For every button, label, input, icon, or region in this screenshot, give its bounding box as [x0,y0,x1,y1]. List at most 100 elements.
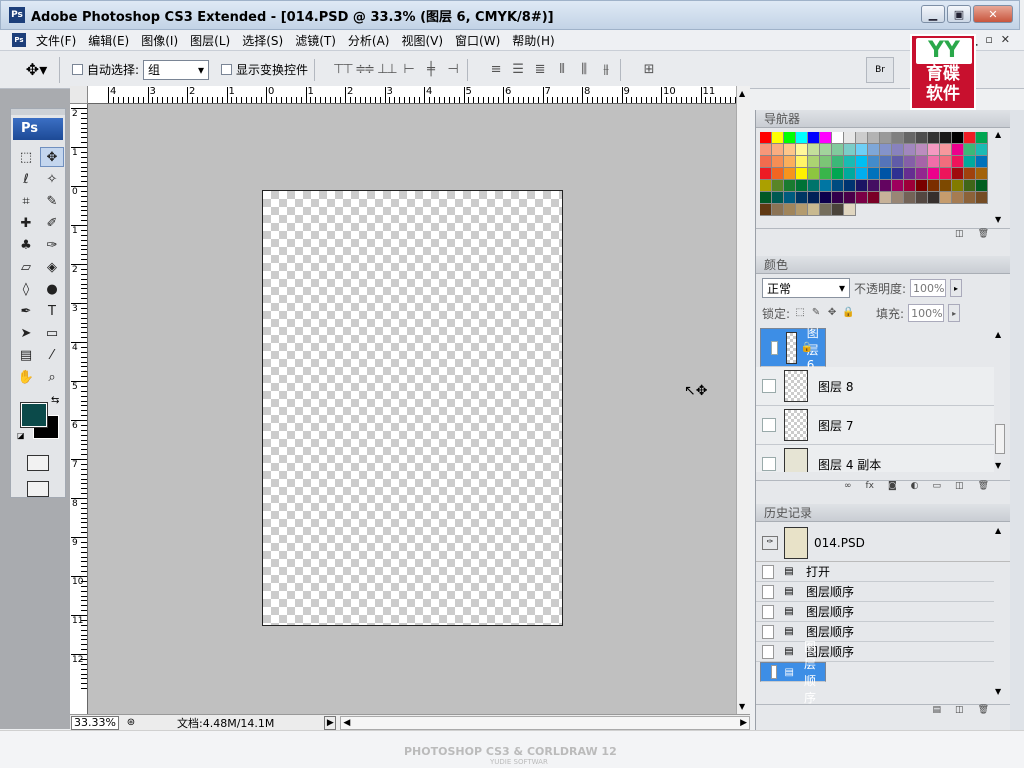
color-swatch[interactable] [976,144,988,156]
hand-tool-icon[interactable]: ✋ [14,367,38,387]
color-swatch[interactable] [892,192,904,204]
color-swatch[interactable] [964,180,976,192]
adjustment-layer-icon[interactable]: ◐ [911,481,919,494]
color-swatch[interactable] [772,144,784,156]
color-swatch[interactable] [784,144,796,156]
fill-slider-icon[interactable]: ▸ [948,304,961,322]
color-swatch[interactable] [820,204,832,216]
color-swatch[interactable] [976,180,988,192]
scroll-up-icon[interactable]: ▲ [739,89,745,98]
color-swatch[interactable] [892,132,904,144]
history-state[interactable]: ▤ 打开 [756,562,994,582]
color-swatch[interactable] [952,168,964,180]
brush-tool-icon[interactable]: ✐ [40,213,64,233]
color-swatch[interactable] [796,168,808,180]
scroll-thumb[interactable] [995,424,1005,454]
scroll-right-icon[interactable]: ▶ [740,718,747,728]
color-swatch[interactable] [820,192,832,204]
color-swatch[interactable] [784,132,796,144]
color-swatch[interactable] [904,192,916,204]
color-swatch[interactable] [832,156,844,168]
move-tool-preset-icon[interactable]: ✥▾ [14,56,60,83]
new-snapshot-icon[interactable]: ◫ [955,705,964,718]
auto-select-dropdown[interactable]: 组 ▾ [143,59,210,80]
ruler-origin[interactable] [70,86,88,104]
color-swatch[interactable] [796,192,808,204]
color-swatch[interactable] [844,204,856,216]
distribute-hcenter-icon[interactable]: ⫼ [574,62,592,77]
color-swatch[interactable] [796,132,808,144]
color-swatch[interactable] [880,156,892,168]
history-brush-tool-icon[interactable]: ✑ [40,235,64,255]
color-swatch[interactable] [904,144,916,156]
align-top-icon[interactable]: ⊤⊤ [333,62,354,77]
color-swatch[interactable] [784,156,796,168]
new-group-icon[interactable]: ▭ [933,481,942,494]
color-swatch[interactable] [832,180,844,192]
color-swatch[interactable] [928,192,940,204]
color-swatch[interactable] [892,156,904,168]
color-swatch[interactable] [976,132,988,144]
zoom-level[interactable]: 33.33% [71,715,119,730]
layer-mask-icon[interactable]: ◙ [888,481,897,494]
align-hcenter-icon[interactable]: ╪ [421,62,439,77]
color-swatch[interactable] [772,156,784,168]
color-swatch[interactable] [760,168,772,180]
color-swatch[interactable] [976,168,988,180]
auto-select-checkbox[interactable] [72,64,83,75]
history-source-box[interactable] [762,604,774,619]
color-swatch[interactable] [772,168,784,180]
color-swatch[interactable] [808,156,820,168]
color-swatch[interactable] [820,144,832,156]
color-swatch[interactable] [928,168,940,180]
marquee-tool-icon[interactable]: ⬚ [14,147,38,167]
history-state[interactable]: ▤ 图层顺序 [756,622,994,642]
history-state[interactable]: ▤ 图层顺序 [756,602,994,622]
color-swatch[interactable] [940,144,952,156]
color-swatch[interactable] [940,192,952,204]
color-swatch[interactable] [784,192,796,204]
scroll-down-icon[interactable]: ▼ [995,461,1001,470]
align-bottom-icon[interactable]: ⊥⊥ [377,62,398,77]
color-swatch[interactable] [892,168,904,180]
color-swatch[interactable] [892,180,904,192]
history-scrollbar[interactable]: ▲ ▼ [995,526,1007,696]
horizontal-scrollbar[interactable]: ◀ ▶ [340,715,750,730]
new-swatch-icon[interactable]: ◫ [955,229,964,242]
canvas-area[interactable] [88,104,736,714]
color-swatch[interactable] [808,132,820,144]
eraser-tool-icon[interactable]: ▱ [14,257,38,277]
distribute-top-icon[interactable]: ≡ [486,62,504,77]
layer-row[interactable]: 图层 6 🔒 [760,328,826,372]
navigator-tab[interactable]: 导航器 [756,110,1011,128]
color-swatch[interactable] [940,156,952,168]
color-swatch[interactable] [796,204,808,216]
history-state[interactable]: ▤ 图层顺序 [756,582,994,602]
color-swatch[interactable] [808,204,820,216]
blend-mode-dropdown[interactable]: 正常 ▾ [762,278,850,298]
scroll-down-icon[interactable]: ▼ [739,702,745,711]
color-swatch[interactable] [820,180,832,192]
color-swatch[interactable] [760,180,772,192]
color-swatch[interactable] [832,204,844,216]
scroll-down-icon[interactable]: ▼ [995,215,1001,224]
color-swatch[interactable] [916,168,928,180]
notes-tool-icon[interactable]: ▤ [14,345,38,365]
color-swatch[interactable] [904,156,916,168]
color-swatch[interactable] [868,144,880,156]
color-swatch[interactable] [844,180,856,192]
color-swatch[interactable] [760,132,772,144]
color-swatch[interactable] [868,132,880,144]
color-swatch[interactable] [796,156,808,168]
history-source-box[interactable] [762,584,774,599]
pen-tool-icon[interactable]: ✒ [14,301,38,321]
menu-analysis[interactable]: 分析(A) [342,32,396,49]
fill-input[interactable]: 100% [908,304,945,322]
document-canvas[interactable] [262,190,563,626]
quick-mask-icon[interactable] [27,455,49,471]
eyedropper-tool-icon[interactable]: ⁄ [40,345,64,365]
menu-select[interactable]: 选择(S) [236,32,289,49]
status-menu-icon[interactable]: ⊛ [123,717,139,728]
horizontal-ruler[interactable]: 4 3 2 1 0 1 2 3 4 5 6 7 8 9 10 11 [88,86,736,104]
zoom-tool-icon[interactable]: ⌕ [40,367,64,387]
